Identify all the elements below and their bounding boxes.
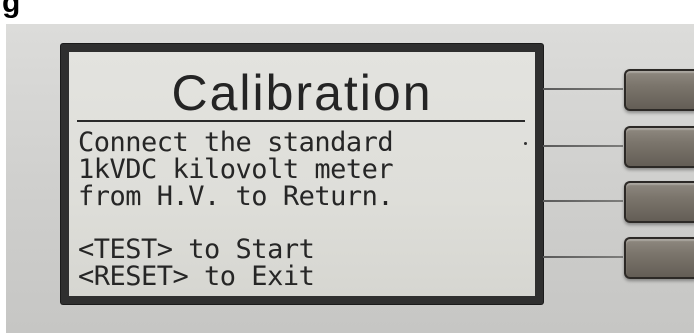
instruction-line-1: Connect the standard xyxy=(78,127,394,158)
softkey-1-button[interactable] xyxy=(624,69,694,111)
softkey-4-button[interactable] xyxy=(624,237,694,279)
softkey-2-button[interactable] xyxy=(624,126,694,168)
test-start-prompt: <TEST> to Start xyxy=(78,234,315,265)
page-heading: g xyxy=(2,0,21,19)
softkey-2-lead xyxy=(543,145,623,147)
screen-title: Calibration xyxy=(171,65,433,121)
softkey-3-lead xyxy=(543,200,623,202)
lcd-screen: Calibration Connect the standard 1kVDC k… xyxy=(69,52,535,296)
title-underline xyxy=(77,120,525,122)
softkey-4-lead xyxy=(543,256,623,258)
softkey-1-lead xyxy=(543,88,623,90)
softkey-3-button[interactable] xyxy=(624,181,694,223)
instruction-line-3: from H.V. to Return. xyxy=(78,181,394,212)
cursor-dot xyxy=(524,142,527,145)
instruction-line-2: 1kVDC kilovolt meter xyxy=(78,154,394,185)
reset-exit-prompt: <RESET> to Exit xyxy=(78,261,315,292)
